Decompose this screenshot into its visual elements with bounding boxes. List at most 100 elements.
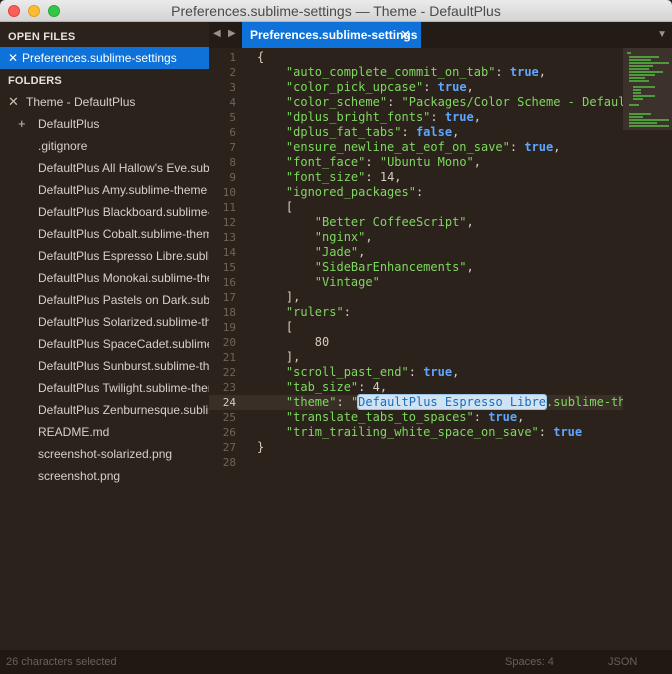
minimap-line — [629, 65, 653, 67]
minimap-line — [629, 74, 655, 76]
line-number: 10 — [222, 186, 236, 199]
close-icon[interactable]: ✕ — [8, 94, 19, 110]
code-line: "translate_tabs_to_spaces": true, — [285, 410, 525, 424]
minimap-line — [633, 92, 641, 94]
file-item[interactable]: DefaultPlus Solarized.sublime-theme — [0, 312, 209, 334]
minimap[interactable] — [623, 48, 672, 130]
editor[interactable]: 1 2 3 4 5 6 7 8 9 10 11 12 13 14 15 16 1… — [209, 48, 672, 650]
code-area[interactable]: { "auto_complete_commit_on_tab": true, "… — [257, 48, 623, 650]
code-line: "nginx", — [314, 230, 373, 244]
selection-status: 26 characters selected — [6, 656, 117, 668]
line-number-active: 24 — [222, 396, 236, 409]
folder-label: DefaultPlus — [38, 117, 100, 131]
text-selection[interactable]: DefaultPlus Espresso Libre — [358, 395, 547, 409]
close-icon[interactable]: ✕ — [8, 51, 18, 65]
file-item[interactable]: .gitignore — [0, 136, 209, 158]
line-number: 20 — [222, 336, 236, 349]
syntax-status[interactable]: JSON — [608, 656, 637, 668]
tab-dropdown-icon[interactable]: ▼ — [657, 29, 667, 40]
window-title: Preferences.sublime-settings — Theme - D… — [171, 3, 501, 19]
minimap-line — [629, 71, 663, 73]
file-label: DefaultPlus All Hallow's Eve.sublime-the… — [38, 161, 209, 175]
file-label: DefaultPlus Espresso Libre.sublime-theme — [38, 249, 209, 263]
plus-icon[interactable]: + — [18, 116, 26, 131]
line-number: 28 — [222, 456, 236, 469]
code-line: "Better CoffeeScript", — [314, 215, 474, 229]
file-item[interactable]: DefaultPlus Pastels on Dark.sublime-them… — [0, 290, 209, 312]
minimap-line — [629, 59, 651, 61]
code-line: { — [257, 50, 265, 64]
minimap-line — [629, 119, 669, 121]
file-label: DefaultPlus SpaceCadet.sublime-theme — [38, 337, 209, 351]
line-number: 6 — [229, 126, 236, 139]
line-number: 22 — [222, 366, 236, 379]
file-item[interactable]: DefaultPlus Monokai.sublime-theme — [0, 268, 209, 290]
file-item[interactable]: DefaultPlus Cobalt.sublime-theme — [0, 224, 209, 246]
file-item[interactable]: DefaultPlus SpaceCadet.sublime-theme — [0, 334, 209, 356]
line-number: 27 — [222, 441, 236, 454]
file-label: DefaultPlus Blackboard.sublime-theme — [38, 205, 209, 219]
file-item[interactable]: DefaultPlus All Hallow's Eve.sublime-the… — [0, 158, 209, 180]
line-number: 16 — [222, 276, 236, 289]
minimap-line — [633, 89, 641, 91]
file-label: DefaultPlus Monokai.sublime-theme — [38, 271, 209, 285]
line-number: 4 — [229, 96, 236, 109]
file-item[interactable]: DefaultPlus Espresso Libre.sublime-theme — [0, 246, 209, 268]
file-item[interactable]: DefaultPlus Blackboard.sublime-theme — [0, 202, 209, 224]
file-item[interactable]: README.md — [0, 422, 209, 444]
line-number: 19 — [222, 321, 236, 334]
file-item[interactable]: DefaultPlus Twilight.sublime-theme — [0, 378, 209, 400]
minimap-line — [629, 104, 639, 106]
file-item[interactable]: DefaultPlus Zenburnesque.sublime-theme — [0, 400, 209, 422]
open-files-heading: OPEN FILES — [8, 31, 76, 43]
file-item[interactable]: DefaultPlus Sunburst.sublime-theme — [0, 356, 209, 378]
code-line: "ensure_newline_at_eof_on_save": true, — [285, 140, 561, 154]
code-line: "Jade", — [314, 245, 366, 259]
line-number: 1 — [229, 51, 236, 64]
code-line: "color_scheme": "Packages/Color Scheme -… — [285, 95, 623, 109]
status-bar: 26 characters selected Spaces: 4 JSON — [0, 650, 672, 674]
file-label: DefaultPlus Pastels on Dark.sublime-them… — [38, 293, 209, 307]
open-file-item[interactable]: ✕ Preferences.sublime-settings — [0, 47, 209, 69]
line-number: 8 — [229, 156, 236, 169]
folders-heading: FOLDERS — [8, 75, 62, 87]
indentation-status[interactable]: Spaces: 4 — [505, 656, 554, 668]
minimap-line — [629, 68, 649, 70]
code-line: } — [257, 440, 265, 454]
code-line: "font_size": 14, — [285, 170, 402, 184]
tab-scroll-right-icon[interactable]: ▶ — [228, 28, 236, 39]
file-item[interactable]: screenshot.png — [0, 466, 209, 488]
line-number: 17 — [222, 291, 236, 304]
file-label: DefaultPlus Solarized.sublime-theme — [38, 315, 209, 329]
code-line: ], — [285, 350, 301, 364]
code-line: "Vintage" — [314, 275, 380, 289]
folder-defaultplus[interactable]: + DefaultPlus — [0, 114, 209, 136]
tab-scroll-left-icon[interactable]: ◀ — [213, 28, 221, 39]
minimap-line — [627, 52, 631, 54]
minimap-line — [629, 62, 669, 64]
line-number: 3 — [229, 81, 236, 94]
folder-root[interactable]: ✕ Theme - DefaultPlus — [0, 92, 209, 114]
file-item[interactable]: DefaultPlus Amy.sublime-theme — [0, 180, 209, 202]
minimap-line — [629, 113, 651, 115]
tab-bar: ◀ ▶ Preferences.sublime-settings ✕ ▼ — [209, 22, 672, 48]
minimap-line — [633, 86, 655, 88]
minimap-line — [633, 98, 643, 100]
line-number: 26 — [222, 426, 236, 439]
code-line: "font_face": "Ubuntu Mono", — [285, 155, 481, 169]
minimap-line — [633, 95, 655, 97]
folder-root-label: Theme - DefaultPlus — [26, 95, 136, 109]
code-line: "tab_size": 4, — [285, 380, 388, 394]
close-icon[interactable]: ✕ — [400, 27, 411, 43]
code-line: "scroll_past_end": true, — [285, 365, 460, 379]
minimap-line — [629, 56, 659, 58]
file-item[interactable]: screenshot-solarized.png — [0, 444, 209, 466]
code-line: "rulers": — [285, 305, 351, 319]
tab-preferences[interactable]: Preferences.sublime-settings ✕ — [242, 22, 421, 48]
code-line: "ignored_packages": — [285, 185, 424, 199]
file-label: DefaultPlus Cobalt.sublime-theme — [38, 227, 209, 241]
minimap-line — [629, 122, 657, 124]
code-line: 80 — [314, 335, 330, 349]
code-line-active: "theme": "DefaultPlus Espresso Libre.sub… — [285, 395, 623, 409]
line-number: 14 — [222, 246, 236, 259]
